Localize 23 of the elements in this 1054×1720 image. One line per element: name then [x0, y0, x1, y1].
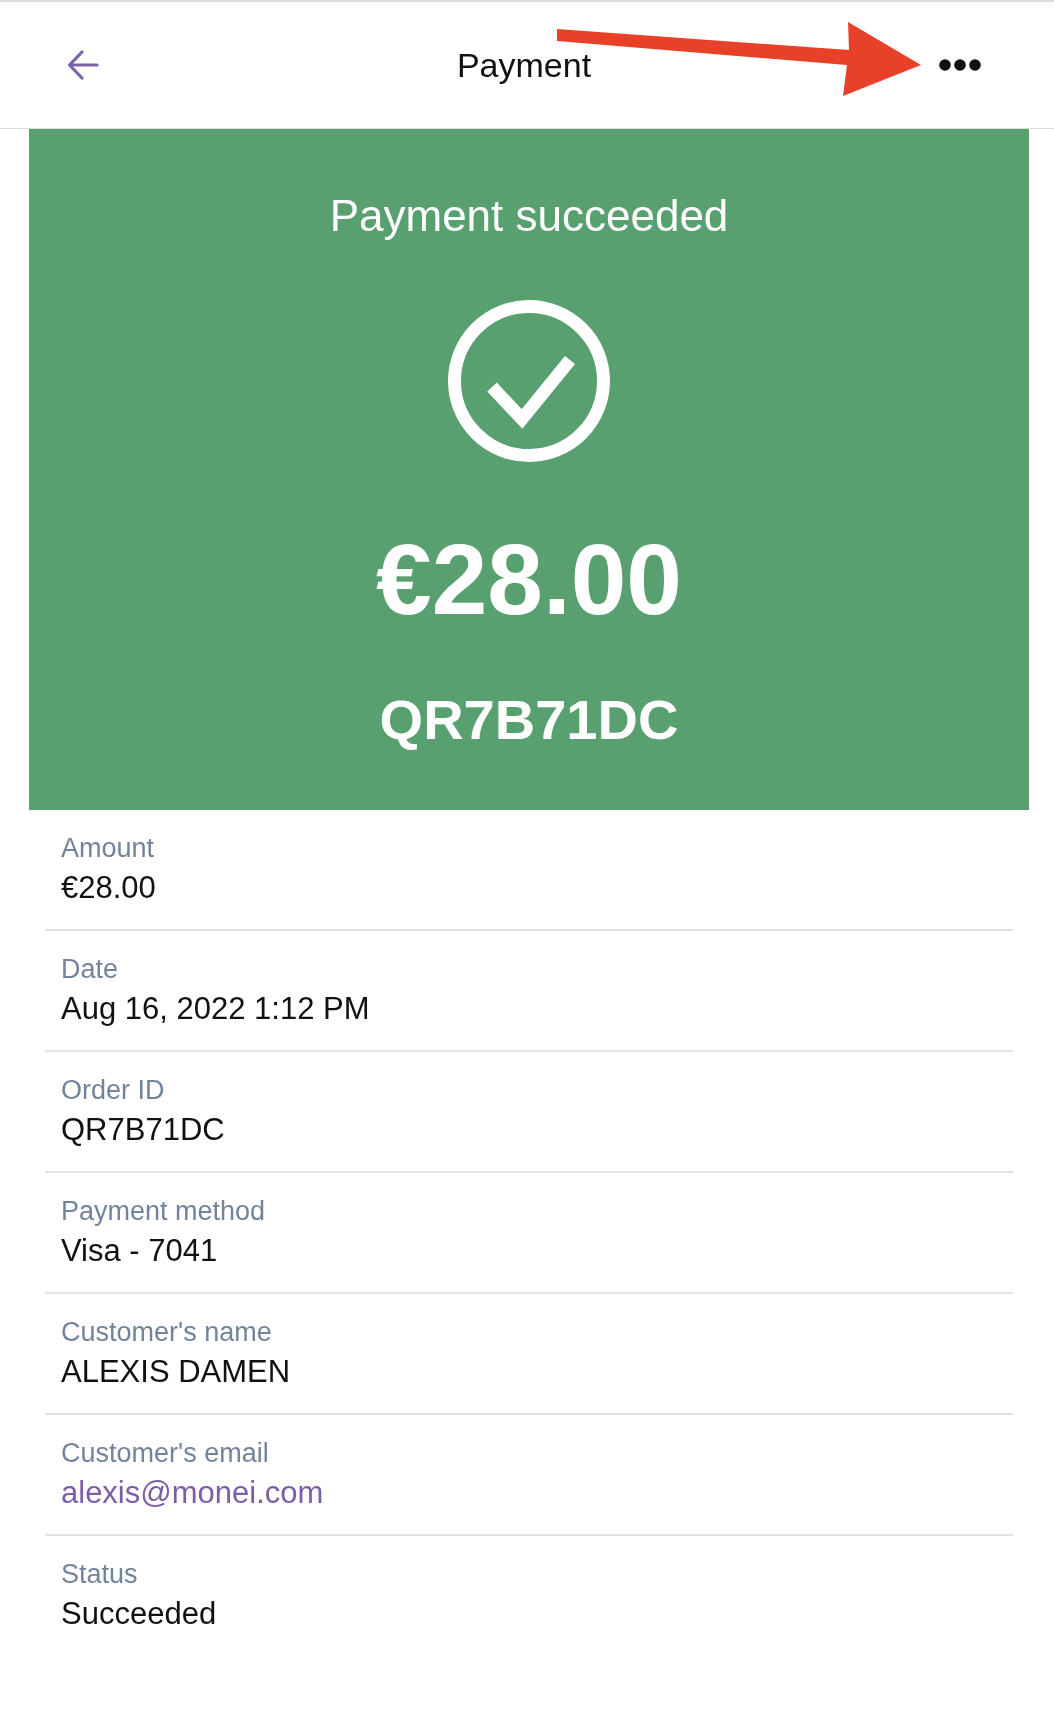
email-link[interactable]: alexis@monei.com	[61, 1474, 324, 1512]
detail-label: Amount	[61, 832, 156, 864]
detail-label: Date	[61, 953, 120, 985]
more-icon	[939, 59, 981, 71]
status-heading: Payment succeeded	[329, 190, 729, 242]
detail-label: Payment method	[61, 1195, 267, 1227]
detail-value: €28.00	[61, 869, 157, 907]
check-circle-icon	[448, 300, 610, 462]
detail-value: ALEXIS DAMEN	[61, 1353, 292, 1391]
payment-reference: QR7B71DC	[379, 688, 679, 752]
more-button[interactable]	[939, 59, 981, 71]
detail-label: Status	[61, 1558, 139, 1590]
page-title: Payment	[456, 45, 592, 85]
back-button[interactable]	[67, 49, 99, 81]
detail-label: Customer's name	[61, 1316, 273, 1348]
back-arrow-icon	[67, 49, 99, 81]
payment-amount: €28.00	[376, 524, 682, 634]
detail-value: Aug 16, 2022 1:12 PM	[61, 990, 371, 1028]
detail-label: Customer's email	[61, 1437, 270, 1469]
detail-label: Order ID	[61, 1074, 166, 1106]
detail-value: QR7B71DC	[61, 1111, 226, 1149]
detail-value: Succeeded	[61, 1595, 218, 1633]
detail-value: Visa - 7041	[61, 1232, 219, 1270]
